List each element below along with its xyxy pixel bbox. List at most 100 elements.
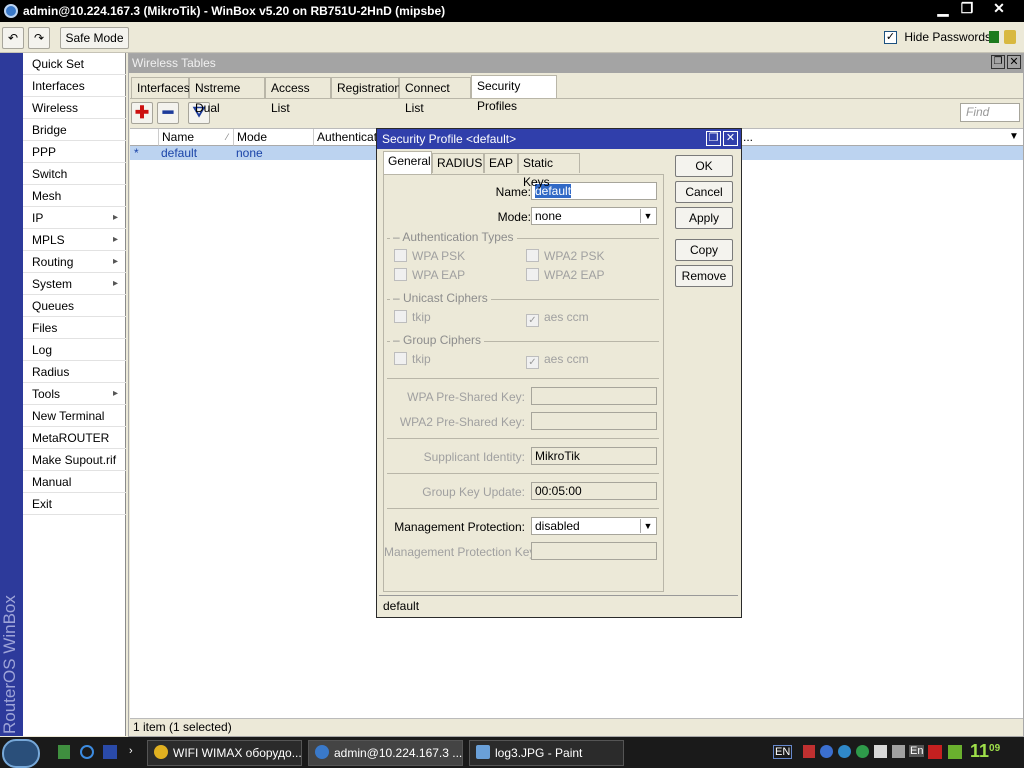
apply-button[interactable]: Apply xyxy=(675,207,733,229)
remove-icon[interactable]: ━ xyxy=(157,102,179,124)
minimize-button[interactable]: ▁ xyxy=(932,0,954,18)
dialog-tab-radius[interactable]: RADIUS xyxy=(432,153,484,173)
wpa-eap-box[interactable] xyxy=(394,268,407,281)
sidebar-item-exit[interactable]: Exit xyxy=(23,493,126,515)
unicast-tkip-checkbox[interactable]: tkip xyxy=(394,310,431,324)
sidebar-item-manual[interactable]: Manual xyxy=(23,471,126,493)
language-indicator[interactable]: EN xyxy=(773,745,793,759)
wpa-psk-box[interactable] xyxy=(394,249,407,262)
column-more[interactable]: ... xyxy=(740,129,1010,146)
name-input[interactable]: default xyxy=(531,182,657,200)
wpa2-psk-box[interactable] xyxy=(526,249,539,262)
tab-nstreme-dual[interactable]: Nstreme Dual xyxy=(189,77,265,115)
restore-button[interactable]: ❐ xyxy=(956,0,978,18)
ie-icon[interactable] xyxy=(80,745,94,759)
wpa2-psk-checkbox[interactable]: WPA2 PSK xyxy=(526,249,604,263)
tray-nvidia-icon[interactable] xyxy=(948,745,962,759)
tab-security-profiles[interactable]: Security Profiles xyxy=(471,75,557,113)
hide-passwords-checkbox[interactable]: ✓ xyxy=(884,31,897,45)
unicast-tkip-box[interactable] xyxy=(394,310,407,323)
sidebar-item-radius[interactable]: Radius xyxy=(23,361,126,383)
group-aes-checkbox[interactable]: ✓ aes ccm xyxy=(526,352,589,369)
wpa2-eap-box[interactable] xyxy=(526,268,539,281)
safe-mode-button[interactable]: Safe Mode xyxy=(60,27,129,49)
tab-connect-list[interactable]: Connect List xyxy=(399,77,471,115)
group-tkip-box[interactable] xyxy=(394,352,407,365)
tab-interfaces[interactable]: Interfaces xyxy=(131,77,190,98)
start-button[interactable] xyxy=(2,739,40,768)
tray-volume-icon[interactable] xyxy=(874,745,887,758)
task-winbox[interactable]: admin@10.224.167.3 ... xyxy=(308,740,463,766)
quicklaunch-expand-icon[interactable]: › xyxy=(129,745,133,757)
dialog-tab-general[interactable]: General xyxy=(383,151,432,174)
dialog-tab-static-keys[interactable]: Static Keys xyxy=(518,153,580,189)
redo-button[interactable]: ↷ xyxy=(28,27,50,49)
window-maximize-button[interactable]: ❐ xyxy=(991,55,1005,69)
tray-device-icon[interactable] xyxy=(892,745,905,758)
mgmt-protection-select[interactable]: disabled ▼ xyxy=(531,517,657,535)
group-tkip-checkbox[interactable]: tkip xyxy=(394,352,431,366)
name-label: Name: xyxy=(495,185,531,199)
wpa-psk-checkbox[interactable]: WPA PSK xyxy=(394,249,465,263)
sidebar-item-new-terminal[interactable]: New Terminal xyxy=(23,405,126,427)
tray-antivirus-icon[interactable] xyxy=(928,745,942,759)
copy-button[interactable]: Copy xyxy=(675,239,733,261)
cancel-button[interactable]: Cancel xyxy=(675,181,733,203)
sidebar-item-interfaces[interactable]: Interfaces xyxy=(23,75,126,97)
sidebar-item-files[interactable]: Files xyxy=(23,317,126,339)
group-key-input[interactable]: 00:05:00 xyxy=(531,482,657,500)
sidebar-item-routing[interactable]: Routing ▸ xyxy=(23,251,126,273)
dialog-maximize-button[interactable]: ❐ xyxy=(706,131,721,146)
sidebar-item-wireless[interactable]: Wireless xyxy=(23,97,126,119)
close-button[interactable]: ✕ xyxy=(988,0,1010,18)
sidebar-item-bridge[interactable]: Bridge xyxy=(23,119,126,141)
find-input[interactable]: Find xyxy=(960,103,1020,122)
column-mode[interactable]: Mode xyxy=(234,129,314,146)
column-dropdown-icon[interactable]: ▼ xyxy=(1006,129,1023,146)
supplicant-input[interactable]: MikroTik xyxy=(531,447,657,465)
sidebar-item-queues[interactable]: Queues xyxy=(23,295,126,317)
hide-passwords-toggle[interactable]: ✓ Hide Passwords xyxy=(884,30,991,45)
mgmt-key-input[interactable] xyxy=(531,542,657,560)
sidebar-item-make-supout-rif[interactable]: Make Supout.rif xyxy=(23,449,126,471)
ok-button[interactable]: OK xyxy=(675,155,733,177)
sidebar-item-mpls[interactable]: MPLS ▸ xyxy=(23,229,126,251)
sidebar-item-ip[interactable]: IP ▸ xyxy=(23,207,126,229)
quicklaunch-app2-icon[interactable] xyxy=(103,745,117,759)
unicast-aes-checkbox[interactable]: ✓ aes ccm xyxy=(526,310,589,327)
dialog-close-button[interactable]: ✕ xyxy=(723,131,738,146)
tab-registration[interactable]: Registration xyxy=(331,77,401,98)
tray-network-icon[interactable] xyxy=(820,745,833,758)
tray-utorrent-icon[interactable] xyxy=(856,745,869,758)
column-name[interactable]: Name ⁄ xyxy=(159,129,234,146)
wpa-eap-checkbox[interactable]: WPA EAP xyxy=(394,268,465,282)
sidebar-item-metarouter[interactable]: MetaROUTER xyxy=(23,427,126,449)
sidebar-item-quick-set[interactable]: Quick Set xyxy=(23,53,126,75)
task-chrome[interactable]: WIFI WIMAX оборудо... xyxy=(147,740,302,766)
sidebar-item-switch[interactable]: Switch xyxy=(23,163,126,185)
mgmt-protection-dropdown-icon[interactable]: ▼ xyxy=(640,519,655,533)
wpa2-psk-key-input[interactable] xyxy=(531,412,657,430)
window-close-button[interactable]: ✕ xyxy=(1007,55,1021,69)
tab-access-list[interactable]: Access List xyxy=(265,77,331,115)
group-aes-box[interactable]: ✓ xyxy=(526,356,539,369)
sidebar-item-system[interactable]: System ▸ xyxy=(23,273,126,295)
wpa2-eap-checkbox[interactable]: WPA2 EAP xyxy=(526,268,604,282)
tray-shield-icon[interactable] xyxy=(803,745,815,758)
remove-button[interactable]: Remove xyxy=(675,265,733,287)
language-indicator-2[interactable]: En xyxy=(909,745,925,757)
sidebar-item-mesh[interactable]: Mesh xyxy=(23,185,126,207)
wpa-psk-key-input[interactable] xyxy=(531,387,657,405)
dialog-tab-eap[interactable]: EAP xyxy=(484,153,518,173)
add-icon[interactable]: ✚ xyxy=(131,102,153,124)
tray-flash-icon[interactable] xyxy=(838,745,851,758)
mode-select[interactable]: none ▼ xyxy=(531,207,657,225)
unicast-aes-box[interactable]: ✓ xyxy=(526,314,539,327)
undo-button[interactable]: ↶ xyxy=(2,27,24,49)
task-paint[interactable]: log3.JPG - Paint xyxy=(469,740,624,766)
sidebar-item-tools[interactable]: Tools ▸ xyxy=(23,383,126,405)
sidebar-item-log[interactable]: Log xyxy=(23,339,126,361)
mode-dropdown-icon[interactable]: ▼ xyxy=(640,209,655,223)
sidebar-item-ppp[interactable]: PPP xyxy=(23,141,126,163)
quicklaunch-app-icon[interactable] xyxy=(58,745,70,759)
